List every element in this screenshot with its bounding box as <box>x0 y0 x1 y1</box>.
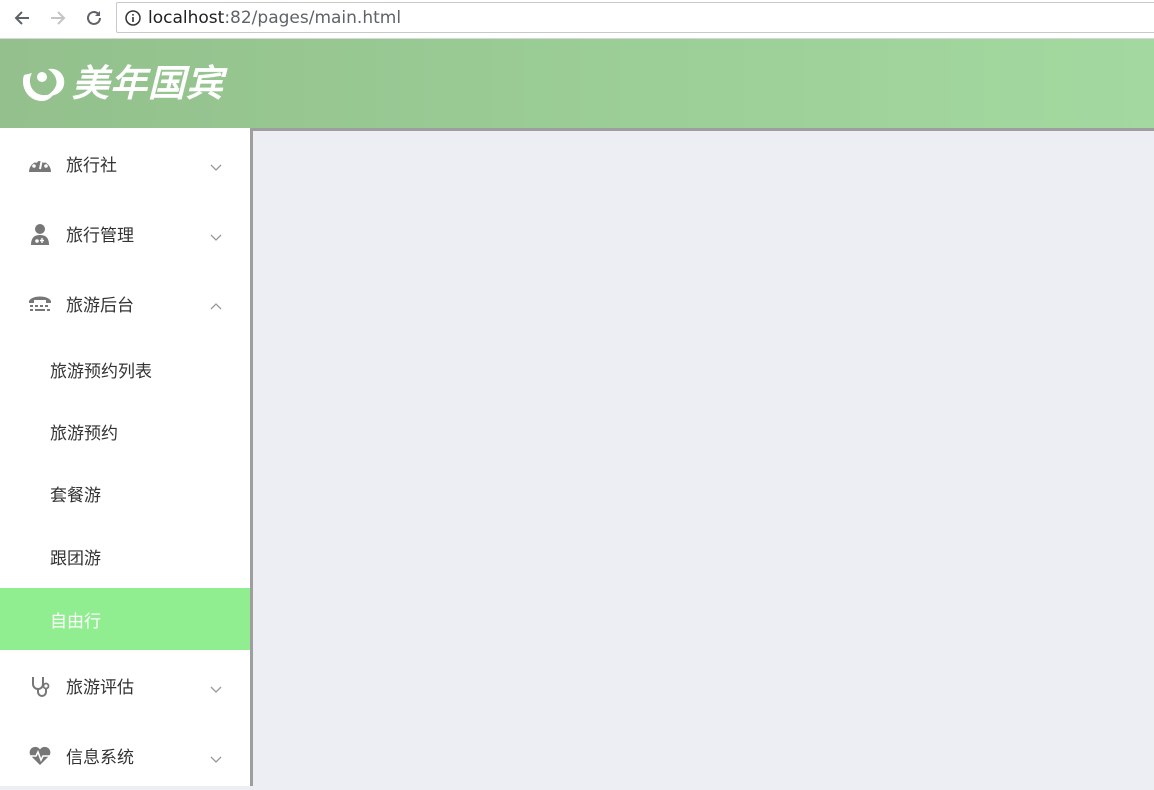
sidebar-menu-travel-evaluation[interactable]: 旅游评估 <box>0 650 250 720</box>
sidebar-menu-travel-backend[interactable]: 旅游后台 <box>0 268 250 338</box>
submenu-item-label: 旅游预约 <box>50 423 118 444</box>
app-header: 美年国宾 <box>0 39 1154 128</box>
user-md-icon <box>28 223 52 245</box>
sidebar-menu-label: 旅行管理 <box>66 225 134 246</box>
sidebar-menu-info-system[interactable]: 信息系统 <box>0 720 250 790</box>
submenu-item-label: 自由行 <box>50 611 101 632</box>
submenu-item-label: 套餐游 <box>50 485 101 506</box>
sidebar-menu-label: 旅游后台 <box>66 295 134 316</box>
chevron-down-icon <box>209 157 223 171</box>
submenu-item-label: 旅游预约列表 <box>50 361 152 382</box>
sidebar-menu-label: 旅行社 <box>66 155 117 176</box>
chevron-down-icon <box>209 227 223 241</box>
forward-arrow-icon[interactable] <box>45 6 71 30</box>
sidebar-menu-label: 信息系统 <box>66 747 134 768</box>
chevron-down-icon <box>209 679 223 693</box>
submenu-item-booking[interactable]: 旅游预约 <box>0 400 250 462</box>
sidebar: 旅行社 旅行管理 旅游后台 旅游预约列表 旅游预约 套餐游 跟团游 自由行 旅游… <box>0 128 253 786</box>
browser-toolbar: localhost:82/pages/main.html <box>0 0 1154 39</box>
sidebar-menu-label: 旅游评估 <box>66 677 134 698</box>
main-content-area <box>253 128 1154 786</box>
back-arrow-icon[interactable] <box>9 6 35 30</box>
submenu-item-group-tour[interactable]: 跟团游 <box>0 525 250 587</box>
logo-icon <box>18 63 70 105</box>
heartbeat-icon <box>28 745 52 767</box>
dashboard-icon <box>28 153 52 175</box>
stethoscope-icon <box>28 675 52 697</box>
url-path: :82/pages/main.html <box>224 7 402 28</box>
url-host: localhost <box>148 7 225 28</box>
submenu-item-package-tour[interactable]: 套餐游 <box>0 462 250 524</box>
info-icon[interactable] <box>124 9 142 27</box>
submenu-item-booking-list[interactable]: 旅游预约列表 <box>0 338 250 400</box>
chevron-down-icon <box>209 749 223 763</box>
address-bar[interactable]: localhost:82/pages/main.html <box>116 2 1154 33</box>
tty-icon <box>28 293 52 315</box>
submenu-item-free-travel[interactable]: 自由行 <box>0 588 250 650</box>
sidebar-menu-travel-agency[interactable]: 旅行社 <box>0 128 250 198</box>
reload-icon[interactable] <box>81 6 107 30</box>
logo-text: 美年国宾 <box>72 62 224 105</box>
submenu-item-label: 跟团游 <box>50 548 101 569</box>
sidebar-menu-travel-management[interactable]: 旅行管理 <box>0 198 250 268</box>
chevron-up-icon <box>209 297 223 310</box>
